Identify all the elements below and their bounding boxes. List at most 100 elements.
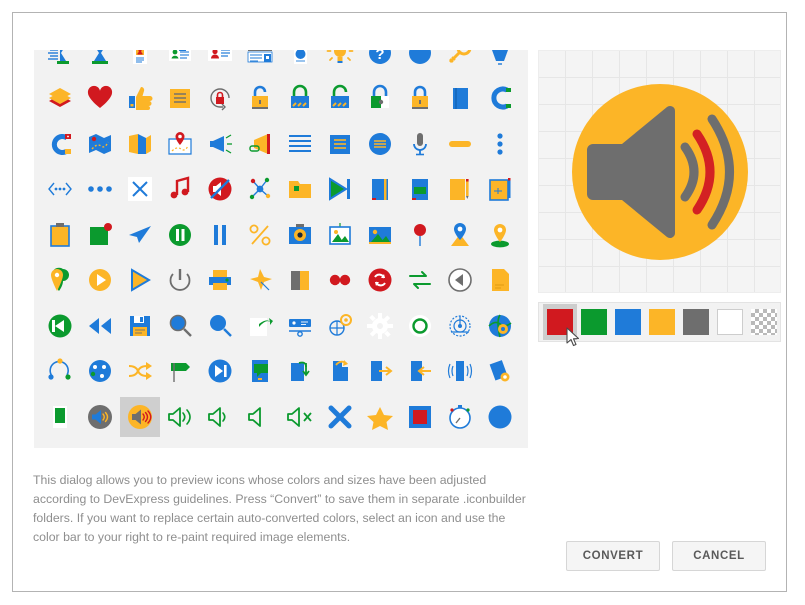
icon-cell-more-horizontal[interactable] [80, 169, 120, 209]
swatch-green[interactable] [577, 304, 611, 340]
icon-cell-gear-outline[interactable] [400, 306, 440, 346]
icon-cell-close-x[interactable] [120, 169, 160, 209]
icon-cell-mobile-green[interactable] [40, 397, 80, 437]
icon-cell-web-layout[interactable] [240, 50, 280, 73]
icon-cell-megaphone-orange[interactable] [240, 124, 280, 164]
icon-cell-volume-medium-outline[interactable] [200, 397, 240, 437]
icon-cell-circle-solid-blue[interactable] [480, 397, 520, 437]
color-bar[interactable] [538, 302, 781, 347]
icon-cell-mobile-settings[interactable] [480, 351, 520, 391]
icon-cell-unlock-orange[interactable] [240, 78, 280, 118]
icon-cell-pause-circle[interactable] [160, 215, 200, 255]
icon-cell-share-export[interactable] [240, 306, 280, 346]
icon-cell-mute-prohibited[interactable] [200, 169, 240, 209]
swatch-transparent[interactable] [747, 304, 781, 340]
icon-cell-close-x-blue[interactable] [320, 397, 360, 437]
icon-cell-zoom-out[interactable] [160, 306, 200, 346]
icon-cell-toggle-switch-blue[interactable] [360, 442, 400, 448]
icon-cell-gear-blueprint[interactable] [440, 306, 480, 346]
icon-cell-map-folded[interactable] [120, 124, 160, 164]
icon-cell-contact-card[interactable] [160, 50, 200, 73]
icon-cell-square-green-badge[interactable] [80, 215, 120, 255]
icon-cell-settings-gears[interactable] [320, 306, 360, 346]
icon-cell-rewind-circle[interactable] [40, 306, 80, 346]
icon-cell-pin-drop-dual[interactable] [40, 260, 80, 300]
icon-cell-save[interactable] [120, 306, 160, 346]
icon-cell-gear-white[interactable] [360, 306, 400, 346]
icon-cell-notebook-orange-pen[interactable] [440, 169, 480, 209]
icon-cell-signpost[interactable] [160, 351, 200, 391]
icon-cell-magnet-small[interactable] [480, 78, 520, 118]
icon-cell-notebook-green[interactable] [400, 169, 440, 209]
icon-cell-pause-bars[interactable] [200, 215, 240, 255]
icon-cell-paper-plane[interactable] [120, 215, 160, 255]
icon-cell-stopwatch[interactable] [440, 397, 480, 437]
icon-cell-thumbs-up[interactable] [120, 78, 160, 118]
icon-cell-pushpin[interactable] [240, 260, 280, 300]
icon-cell-sync-circular[interactable] [40, 351, 80, 391]
icon-cell-map-route[interactable] [80, 124, 120, 164]
swatch-red[interactable] [543, 304, 577, 340]
icon-cell-shuffle[interactable] [120, 351, 160, 391]
icon-cell-gauge-half[interactable] [120, 442, 160, 448]
icon-cell-volume-high-outline[interactable] [160, 397, 200, 437]
icon-cell-lock-undo[interactable] [200, 78, 240, 118]
icon-cell-lock-green-open[interactable] [320, 78, 360, 118]
icon-cell-layers[interactable] [40, 78, 80, 118]
swatch-orange[interactable] [645, 304, 679, 340]
icon-cell-play-triangle[interactable] [120, 260, 160, 300]
icon-cell-toggle-pill-green[interactable] [480, 442, 520, 448]
convert-button[interactable]: CONVERT [566, 541, 660, 571]
icon-cell-clipboard-design[interactable] [480, 169, 520, 209]
icon-cell-clipboard[interactable] [40, 215, 80, 255]
icon-cell-help-circle[interactable]: ? [360, 50, 400, 73]
icon-cell-more-vertical[interactable] [480, 124, 520, 164]
icon-cell-document-filled[interactable] [320, 124, 360, 164]
icon-cell-book-blue[interactable] [440, 78, 480, 118]
icon-cell-volume-muted-gray[interactable] [80, 397, 120, 437]
icon-cell-lines-list[interactable] [280, 124, 320, 164]
icon-cell-tree-pin[interactable] [160, 442, 200, 448]
icon-cell-stop-red[interactable] [400, 397, 440, 437]
icon-cell-slider-settings[interactable] [280, 306, 320, 346]
icon-cell-dots-red-pair[interactable] [320, 260, 360, 300]
icon-cell-magnet[interactable] [40, 124, 80, 164]
swatch-gray[interactable] [679, 304, 713, 340]
icon-cell-lightbulb[interactable] [320, 50, 360, 73]
icon-cell-camera[interactable] [280, 215, 320, 255]
icon-cell-folder-open[interactable] [280, 169, 320, 209]
icon-cell-microphone[interactable] [400, 124, 440, 164]
icon-cell-mobile-rotate-right[interactable] [320, 351, 360, 391]
icon-cell-skip-forward[interactable] [200, 351, 240, 391]
icon-cell-printer[interactable] [200, 260, 240, 300]
icon-cell-underline[interactable] [240, 442, 280, 448]
icon-cell-toggle-check[interactable] [440, 442, 480, 448]
icon-cell-power[interactable] [160, 260, 200, 300]
icon-cell-contact-card-red[interactable] [200, 50, 240, 73]
swatch-blue[interactable] [611, 304, 645, 340]
icon-cell-lock-green-closed[interactable] [280, 78, 320, 118]
icon-cell-image[interactable] [360, 215, 400, 255]
icon-cell-sphere-dots[interactable] [80, 351, 120, 391]
icon-cell-circle-lines[interactable] [360, 124, 400, 164]
icon-cell-book-blue-bookmark[interactable] [360, 169, 400, 209]
icon-cell-mobile-rotate[interactable] [280, 351, 320, 391]
icon-cell-toggle-on-green[interactable] [320, 442, 360, 448]
icon-cell-refresh-red-circle[interactable] [360, 260, 400, 300]
icon-cell-volume-mute-outline[interactable] [280, 397, 320, 437]
icon-cell-repeat-green[interactable] [400, 260, 440, 300]
icon-cell-document-portrait[interactable] [280, 50, 320, 73]
icon-cell-volume-low-outline[interactable] [240, 397, 280, 437]
icon-cell-zoom-circle[interactable] [200, 306, 240, 346]
icon-cell-id-card-vertical[interactable] [120, 50, 160, 73]
icon-cell-book-half[interactable] [280, 260, 320, 300]
icon-cell-star[interactable] [360, 397, 400, 437]
icon-cell-volume-high-filled[interactable] [120, 396, 160, 437]
icon-cell-play-circle[interactable] [80, 260, 120, 300]
icon-cell-network-nodes[interactable] [240, 169, 280, 209]
cancel-button[interactable]: CANCEL [672, 541, 766, 571]
swatch-white[interactable] [713, 304, 747, 340]
icon-cell-lock-orange-closed[interactable] [400, 78, 440, 118]
icon-cell-key[interactable] [440, 50, 480, 73]
icon-cell-megaphone-blue[interactable] [200, 124, 240, 164]
